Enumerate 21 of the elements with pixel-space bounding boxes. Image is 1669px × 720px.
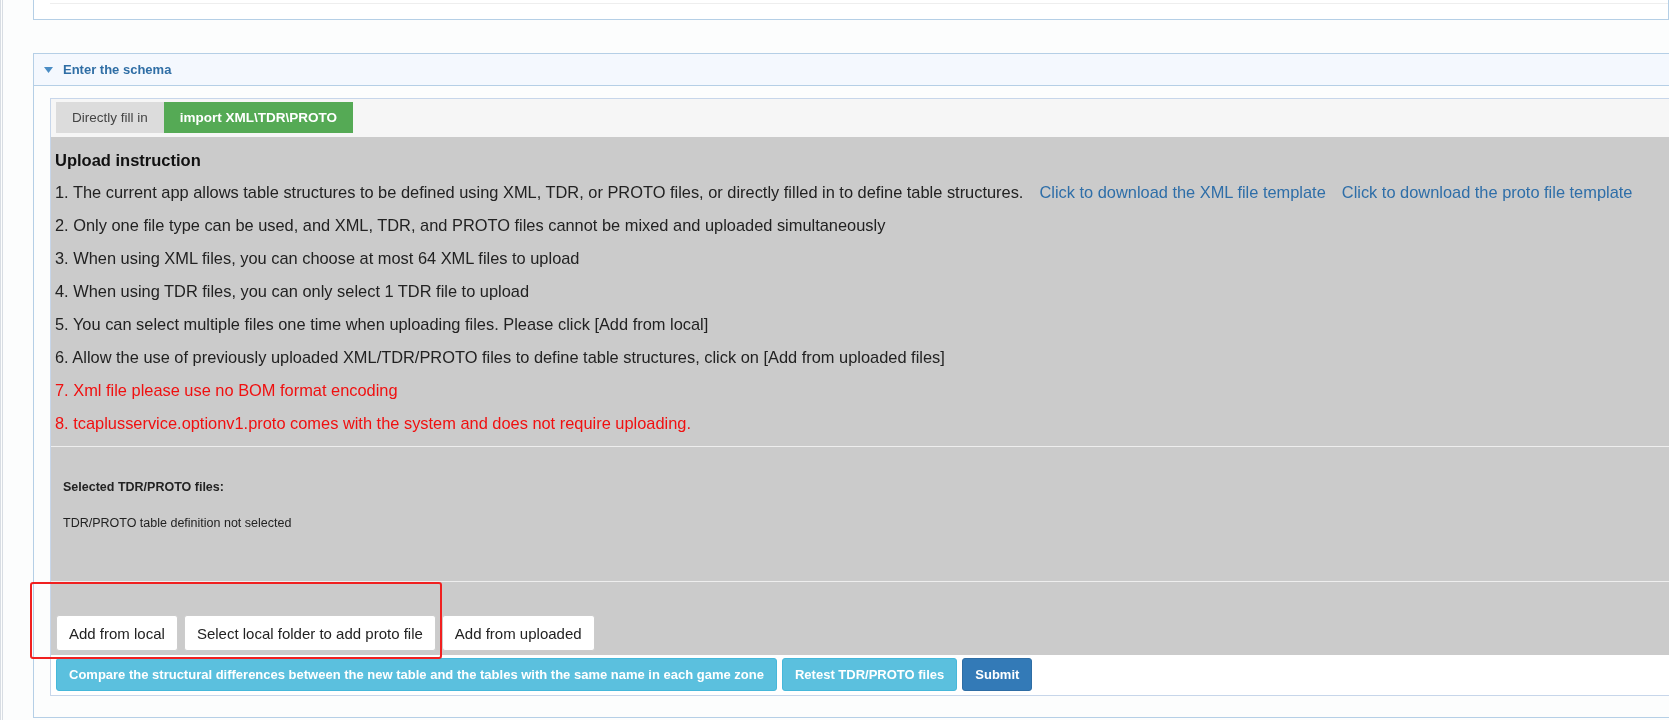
download-link[interactable]: Click to download the proto file template xyxy=(1341,183,1633,202)
instruction-text: 2. Only one file type can be used, and XML, TDR, and PROTO files cannot be mixed and uploaded simultaneously xyxy=(55,216,886,235)
instruction-text: 3. When using XML files, you can choose at most 64 XML files to upload xyxy=(55,249,580,268)
instruction-text: 6. Allow the use of previously uploaded XML/TDR/PROTO files to define table structures, click on [Add from uploaded files] xyxy=(55,348,945,367)
instruction-text: 7. Xml file please use no BOM format encoding xyxy=(55,381,398,400)
panel-title: Enter the schema xyxy=(63,62,172,77)
section-heading: Upload instruction xyxy=(55,151,202,170)
download-link[interactable]: Click to download the XML file template xyxy=(1039,183,1326,202)
upload-button[interactable]: Add from local xyxy=(56,615,178,651)
instruction-text: 4. When using TDR files, you can only select 1 TDR file to upload xyxy=(55,282,530,301)
tab[interactable]: import XML\TDR\PROTO xyxy=(163,102,353,133)
instruction-text: 1. The current app allows table structures to be defined using XML, TDR, or PROTO files, or directly filled in to define table structures. xyxy=(55,183,1024,202)
selected-files-status: TDR/PROTO table definition not selected xyxy=(63,516,293,530)
instruction-text: 8. tcaplusservice.optionv1.proto comes with the system and does not require uploading. xyxy=(55,414,691,433)
upload-button[interactable]: Add from uploaded xyxy=(441,615,595,651)
tab[interactable]: Directly fill in xyxy=(56,102,164,133)
upload-button[interactable]: Select local folder to add proto file xyxy=(183,615,436,651)
instruction-text: 5. You can select multiple files one time when uploading files. Please click [Add from local] xyxy=(55,315,709,334)
selected-files-label: Selected TDR/PROTO files: xyxy=(63,480,225,494)
submit-button[interactable]: Submit xyxy=(962,658,1033,691)
panel-header[interactable]: Enter the schema xyxy=(34,54,1669,86)
